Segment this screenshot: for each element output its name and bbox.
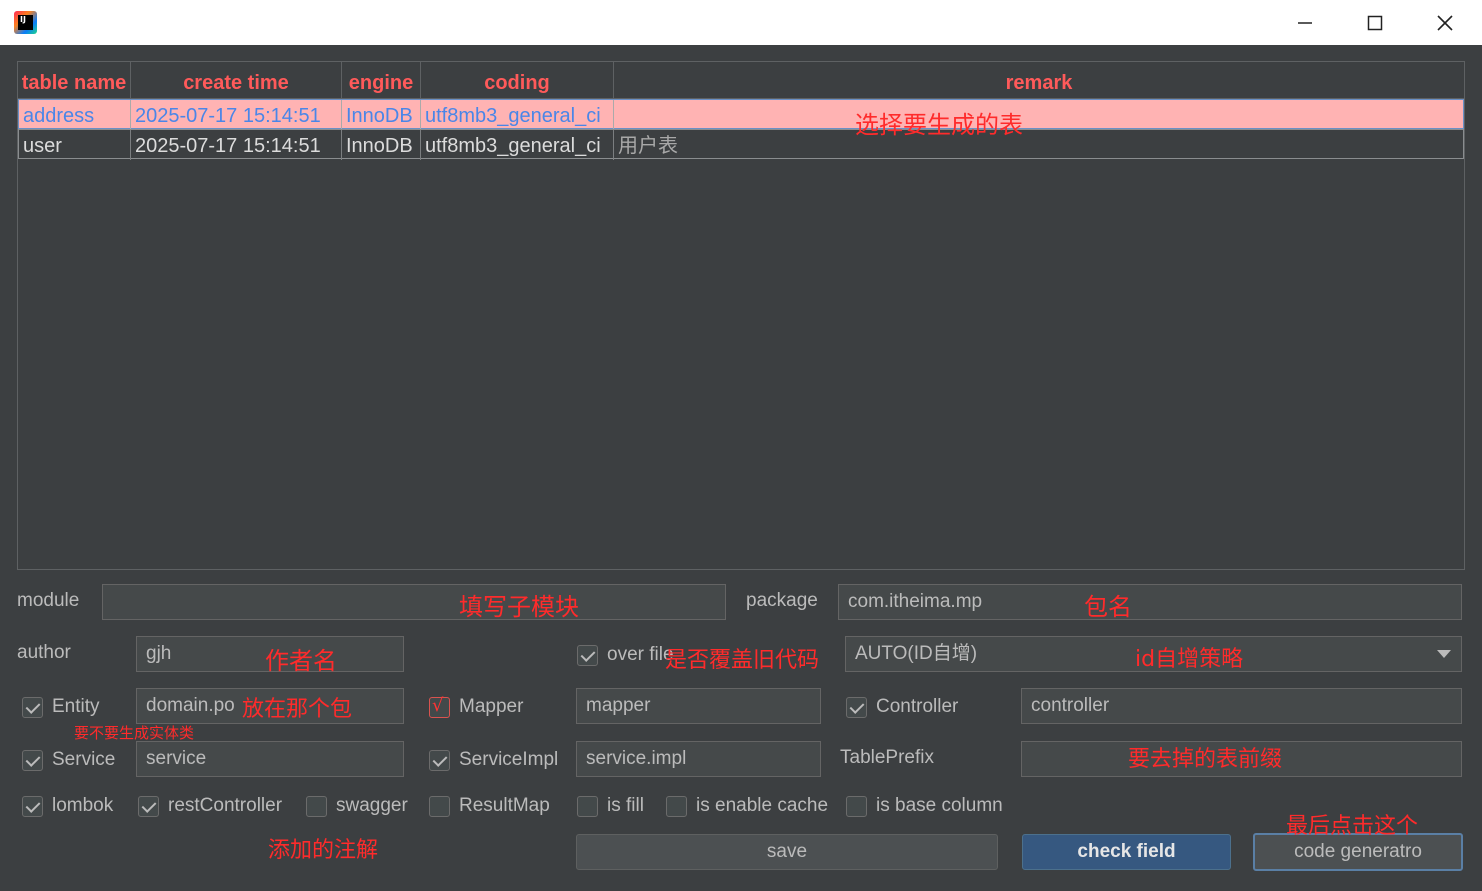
lombok-checkbox[interactable]: lombok: [22, 789, 113, 823]
service-package-input[interactable]: service: [136, 741, 404, 777]
cell-create-time: 2025-07-17 15:14:51: [131, 130, 342, 160]
annotation-annotations-added: 添加的注解: [268, 838, 379, 863]
mapper-label: Mapper: [459, 696, 524, 717]
is-fill-label: is fill: [607, 795, 644, 816]
over-file-checkbox[interactable]: over file: [577, 638, 674, 672]
cell-coding: utf8mb3_general_ci: [421, 100, 614, 130]
over-file-label: over file: [607, 644, 674, 665]
maximize-button[interactable]: [1340, 0, 1410, 45]
cell-engine: InnoDB: [342, 130, 421, 160]
cell-create-time: 2025-07-17 15:14:51: [131, 100, 342, 130]
annotation-id-strategy: id自增策略: [1135, 647, 1244, 672]
cell-remark: [614, 100, 1462, 130]
cell-table-name: address: [19, 100, 131, 130]
checkbox-checked-icon: [22, 795, 43, 817]
result-map-label: ResultMap: [459, 795, 550, 816]
minimize-icon: [1298, 21, 1312, 24]
checkbox-checked-icon: [22, 749, 43, 771]
controller-label: Controller: [876, 696, 959, 717]
lombok-label: lombok: [52, 795, 114, 816]
is-base-column-checkbox[interactable]: is base column: [846, 789, 1003, 823]
is-enable-cache-checkbox[interactable]: is enable cache: [666, 789, 828, 823]
maximize-icon: [1367, 15, 1383, 30]
is-fill-checkbox[interactable]: is fill: [577, 789, 644, 823]
mapper-check-mark: √: [432, 694, 444, 716]
module-input[interactable]: [102, 584, 726, 620]
controller-checkbox[interactable]: Controller: [846, 690, 958, 724]
column-header-create-time[interactable]: create time: [131, 62, 342, 99]
checkbox-checked-icon: [138, 795, 159, 817]
is-enable-cache-label: is enable cache: [696, 795, 829, 816]
minimize-button[interactable]: [1270, 0, 1340, 45]
cell-remark: 用户表: [618, 135, 678, 157]
table-row[interactable]: address 2025-07-17 15:14:51 InnoDB utf8m…: [18, 99, 1464, 130]
rest-controller-label: restController: [168, 795, 283, 816]
swagger-label: swagger: [336, 795, 408, 816]
service-checkbox[interactable]: Service: [22, 743, 115, 777]
annotation-override: 是否覆盖旧代码: [665, 648, 820, 673]
service-impl-label: ServiceImpl: [459, 749, 559, 770]
controller-package-input[interactable]: controller: [1021, 688, 1462, 724]
swagger-checkbox[interactable]: swagger: [306, 789, 408, 823]
column-header-remark[interactable]: remark: [614, 62, 1464, 99]
checkbox-unchecked-icon: [306, 795, 327, 817]
service-label: Service: [52, 749, 116, 770]
check-field-button[interactable]: check field: [1022, 834, 1231, 870]
result-map-checkbox[interactable]: ResultMap: [429, 789, 550, 823]
column-header-coding[interactable]: coding: [421, 62, 614, 99]
app-icon-text: IJ: [18, 15, 33, 30]
annotation-entity-package: 放在那个包: [242, 697, 353, 722]
column-header-table-name[interactable]: table name: [18, 62, 131, 99]
annotation-package: 包名: [1084, 593, 1132, 621]
cell-engine: InnoDB: [342, 100, 421, 130]
rest-controller-checkbox[interactable]: restController: [138, 789, 282, 823]
cell-table-name: user: [19, 130, 131, 160]
column-header-engine[interactable]: engine: [342, 62, 421, 99]
checkbox-unchecked-icon: [846, 795, 867, 817]
is-base-column-label: is base column: [876, 795, 1003, 816]
checkbox-unchecked-icon: [666, 795, 687, 817]
service-impl-package-input[interactable]: service.impl: [576, 741, 821, 777]
save-button[interactable]: save: [576, 834, 998, 870]
package-label: package: [746, 590, 818, 611]
checkbox-red-check-icon: √: [429, 694, 450, 718]
chevron-down-icon: [1437, 650, 1451, 658]
annotation-click-last: 最后点击这个: [1286, 814, 1419, 839]
checkbox-checked-icon: [429, 749, 450, 771]
annotation-author: 作者名: [265, 647, 337, 675]
cell-coding: utf8mb3_general_ci: [421, 130, 614, 160]
package-input[interactable]: com.itheima.mp: [838, 584, 1462, 620]
title-bar: IJ: [0, 0, 1482, 45]
table-prefix-label: TablePrefix: [840, 747, 934, 768]
author-label: author: [17, 642, 71, 663]
entity-checkbox[interactable]: Entity: [22, 690, 100, 724]
annotation-select-table: 选择要生成的表: [855, 111, 1023, 139]
annotation-table-prefix: 要去掉的表前缀: [1128, 747, 1283, 772]
checkbox-checked-icon: [22, 696, 43, 718]
service-impl-checkbox[interactable]: ServiceImpl: [429, 743, 558, 777]
annotation-entity-generate: 要不要生成实体类: [74, 724, 195, 742]
close-button[interactable]: [1410, 0, 1480, 45]
table-list[interactable]: table name create time engine coding rem…: [17, 61, 1465, 570]
module-label: module: [17, 590, 80, 611]
checkbox-checked-icon: [846, 696, 867, 718]
checkbox-unchecked-icon: [429, 795, 450, 817]
entity-label: Entity: [52, 696, 100, 717]
mapper-package-input[interactable]: mapper: [576, 688, 821, 724]
checkbox-checked-icon: [577, 644, 598, 666]
close-icon: [1437, 14, 1453, 31]
annotation-module: 填写子模块: [459, 593, 579, 621]
checkbox-unchecked-icon: [577, 795, 598, 817]
id-strategy-value: AUTO(ID自增): [855, 643, 978, 664]
table-row[interactable]: user 2025-07-17 15:14:51 InnoDB utf8mb3_…: [18, 129, 1464, 160]
mapper-checkbox[interactable]: √ Mapper: [429, 690, 523, 724]
intellij-idea-icon: IJ: [14, 11, 37, 34]
